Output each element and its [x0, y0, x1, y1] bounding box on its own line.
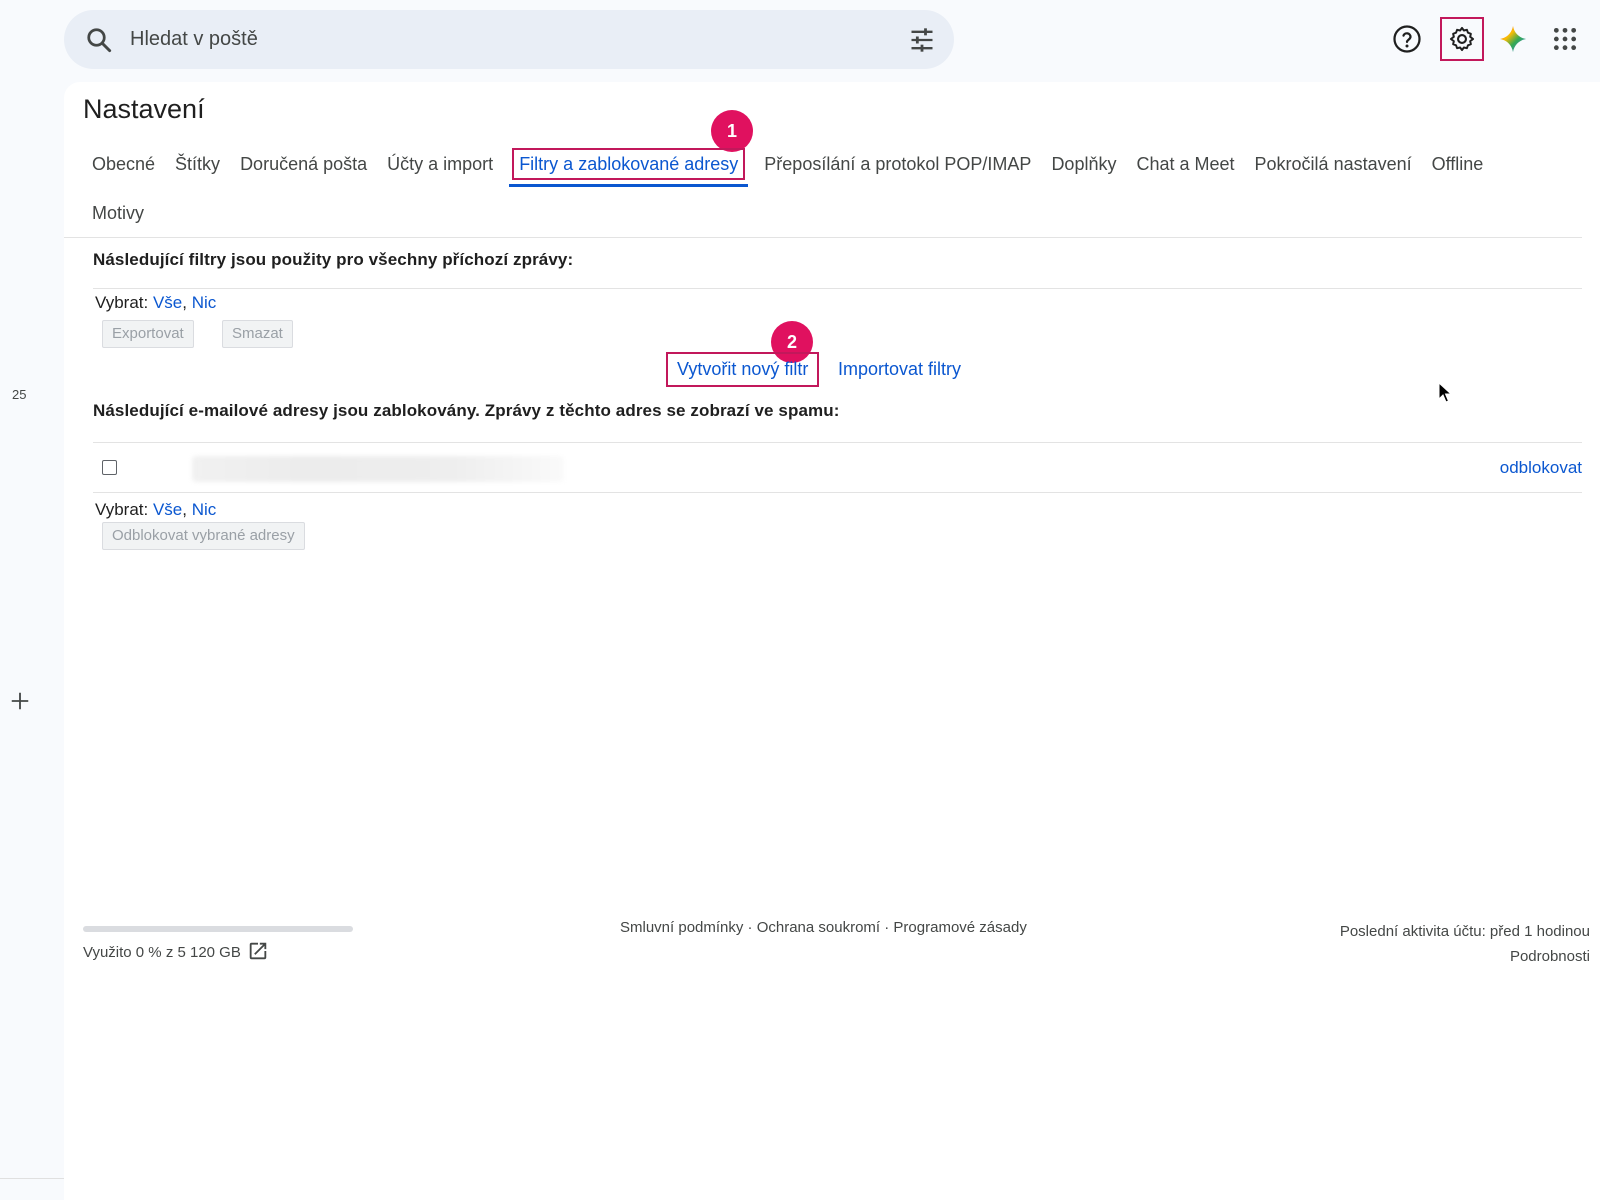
tab-addons[interactable]: Doplňky: [1041, 144, 1126, 184]
search-bar[interactable]: [64, 10, 954, 69]
tab-offline[interactable]: Offline: [1422, 144, 1494, 184]
gemini-icon[interactable]: [1492, 18, 1534, 60]
settings-icon[interactable]: [1440, 17, 1484, 61]
filters-heading: Následující filtry jsou použity pro všec…: [93, 250, 574, 269]
tab-general[interactable]: Obecné: [82, 144, 165, 184]
tab-filters-blocked[interactable]: Filtry a zablokované adresy: [509, 144, 749, 187]
select-all-link[interactable]: Vše: [153, 293, 182, 312]
unblock-link[interactable]: odblokovat: [1500, 458, 1582, 478]
mouse-cursor-icon: [1438, 382, 1452, 403]
storage-bar: [83, 926, 353, 932]
tab-advanced[interactable]: Pokročilá nastavení: [1245, 144, 1422, 184]
rail-divider: [0, 1178, 64, 1179]
tab-themes[interactable]: Motivy: [82, 193, 154, 233]
last-activity: Poslední aktivita účtu: před 1 hodinou: [1339, 923, 1590, 940]
divider: [93, 492, 1582, 493]
settings-tabs-row2: Motivy: [82, 193, 154, 233]
footer-activity: Poslední aktivita účtu: před 1 hodinou P…: [1340, 919, 1590, 969]
select-none-link[interactable]: Nic: [192, 293, 217, 312]
storage-usage: Využito 0 % z 5 120 GB: [83, 944, 241, 961]
comma: ,: [182, 293, 187, 312]
tune-icon[interactable]: [908, 26, 936, 54]
blocked-heading: Následující e-mailové adresy jsou zablok…: [93, 401, 840, 420]
tab-labels[interactable]: Štítky: [165, 144, 230, 184]
select-none-link[interactable]: Nic: [192, 500, 217, 519]
select-label: Vybrat:: [95, 500, 149, 519]
details-link[interactable]: Podrobnosti: [1340, 944, 1590, 969]
footer-policy-links[interactable]: Smluvní podmínky · Ochrana soukromí · Pr…: [620, 919, 1027, 936]
filters-select: Vybrat: Vše, Nic: [95, 293, 216, 313]
search-input[interactable]: [130, 10, 850, 69]
divider: [93, 288, 1582, 289]
settings-tabs: Obecné Štítky Doručená pošta Účty a impo…: [82, 144, 1494, 187]
unblock-selected-button[interactable]: Odblokovat vybrané adresy: [102, 522, 305, 550]
rail-unread-count: 25: [12, 387, 27, 402]
search-icon[interactable]: [84, 25, 114, 55]
select-all-link[interactable]: Vše: [153, 500, 182, 519]
delete-button[interactable]: Smazat: [222, 320, 293, 348]
settings-panel: Nastavení 1 Obecné Štítky Doručená pošta…: [64, 82, 1600, 1200]
tab-inbox[interactable]: Doručená pošta: [230, 144, 377, 184]
tab-chat-meet[interactable]: Chat a Meet: [1126, 144, 1244, 184]
apps-icon[interactable]: [1544, 18, 1586, 60]
blocked-address-redacted: [192, 456, 564, 482]
tab-accounts-import[interactable]: Účty a import: [377, 144, 503, 184]
comma: ,: [182, 500, 187, 519]
select-label: Vybrat:: [95, 293, 149, 312]
divider: [93, 442, 1582, 443]
tabs-divider: [64, 237, 1582, 238]
create-new-filter-link[interactable]: Vytvořit nový filtr: [666, 352, 820, 387]
blocked-select: Vybrat: Vše, Nic: [95, 500, 216, 520]
plus-icon[interactable]: [9, 690, 31, 712]
export-button[interactable]: Exportovat: [102, 320, 194, 348]
help-icon[interactable]: [1386, 18, 1428, 60]
tab-forwarding-pop-imap[interactable]: Přeposílání a protokol POP/IMAP: [754, 144, 1041, 184]
blocked-row-checkbox[interactable]: [102, 460, 117, 475]
import-filters-link[interactable]: Importovat filtry: [838, 352, 961, 387]
page-title: Nastavení: [83, 94, 205, 124]
open-in-new-icon[interactable]: [247, 940, 269, 962]
